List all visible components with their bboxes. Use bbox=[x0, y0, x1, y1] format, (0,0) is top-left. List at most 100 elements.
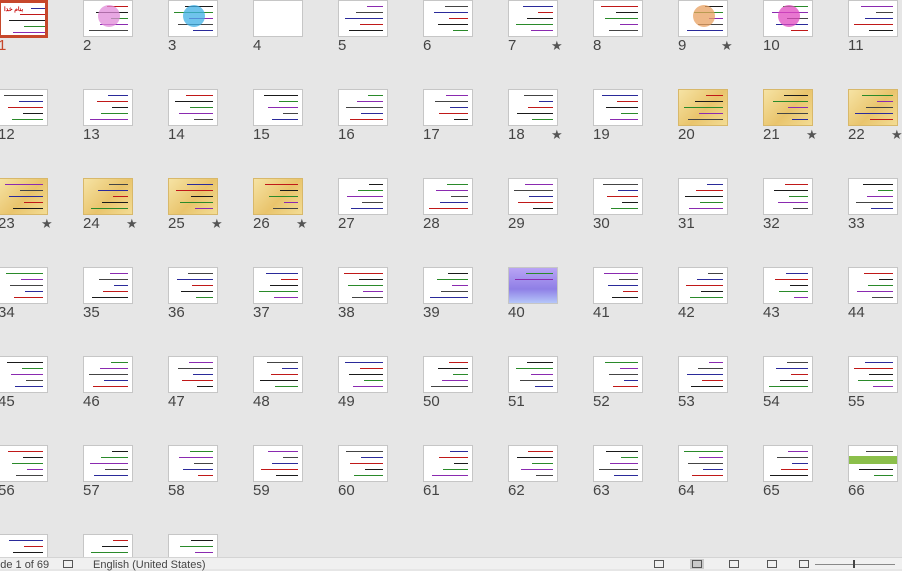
text-line bbox=[197, 386, 213, 387]
slide-preview bbox=[83, 534, 133, 557]
text-line bbox=[368, 95, 383, 96]
text-line bbox=[447, 184, 468, 185]
slide-preview bbox=[338, 178, 388, 215]
text-line bbox=[346, 107, 383, 108]
text-line bbox=[874, 475, 893, 476]
text-line bbox=[606, 107, 638, 108]
slide-preview bbox=[763, 89, 813, 126]
slide-number: 20 bbox=[678, 126, 695, 143]
text-line bbox=[451, 196, 468, 197]
text-line bbox=[866, 451, 893, 452]
slide-preview bbox=[763, 267, 813, 304]
text-line bbox=[624, 380, 638, 381]
slide-number: 36 bbox=[168, 304, 185, 321]
slide-number: 28 bbox=[423, 215, 440, 232]
text-line bbox=[453, 374, 468, 375]
slide-number: 8 bbox=[593, 37, 602, 54]
text-line bbox=[364, 380, 383, 381]
text-line bbox=[879, 279, 893, 280]
text-line bbox=[517, 457, 553, 458]
text-line bbox=[19, 101, 43, 102]
text-line bbox=[691, 386, 723, 387]
zoom-slider[interactable] bbox=[815, 564, 895, 565]
text-line bbox=[788, 107, 808, 108]
slide-sorter-icon[interactable] bbox=[690, 559, 704, 569]
text-line bbox=[8, 107, 43, 108]
slide-number: 42 bbox=[678, 304, 695, 321]
slide-title-text: بنام خدا bbox=[4, 7, 24, 13]
text-line bbox=[606, 451, 638, 452]
text-line bbox=[867, 196, 893, 197]
text-line bbox=[684, 107, 723, 108]
text-line bbox=[449, 362, 468, 363]
slide-number: 49 bbox=[338, 393, 355, 410]
slide-number: 56 bbox=[0, 482, 15, 499]
text-line bbox=[707, 184, 723, 185]
slide-preview bbox=[508, 267, 558, 304]
text-line bbox=[792, 463, 808, 464]
text-line bbox=[617, 101, 638, 102]
text-line bbox=[24, 546, 43, 547]
text-line bbox=[105, 469, 128, 470]
text-line bbox=[692, 475, 723, 476]
text-line bbox=[791, 374, 808, 375]
text-line bbox=[345, 18, 383, 19]
text-line bbox=[7, 362, 43, 363]
text-line bbox=[5, 184, 43, 185]
text-line bbox=[92, 297, 128, 298]
notes-icon[interactable] bbox=[61, 559, 75, 569]
slide-preview bbox=[253, 267, 303, 304]
text-line bbox=[27, 469, 43, 470]
slide-preview bbox=[593, 0, 643, 37]
zoom-out-icon[interactable] bbox=[797, 559, 811, 569]
animation-star-icon[interactable]: ★ bbox=[891, 127, 902, 143]
animation-star-icon[interactable]: ★ bbox=[551, 127, 563, 143]
text-line bbox=[279, 101, 298, 102]
slide-number: 6 bbox=[423, 37, 432, 54]
text-line bbox=[448, 273, 468, 274]
slide-preview bbox=[338, 445, 388, 482]
text-line bbox=[4, 95, 43, 96]
text-line bbox=[862, 95, 893, 96]
slide-number: 48 bbox=[253, 393, 270, 410]
animation-star-icon[interactable]: ★ bbox=[296, 216, 308, 232]
text-line bbox=[529, 196, 553, 197]
text-line bbox=[701, 291, 723, 292]
text-line bbox=[709, 362, 723, 363]
text-line bbox=[193, 374, 213, 375]
text-line bbox=[535, 386, 553, 387]
slide-show-icon[interactable] bbox=[765, 559, 779, 569]
text-line bbox=[275, 386, 298, 387]
zoom-slider-handle[interactable] bbox=[853, 560, 855, 568]
animation-star-icon[interactable]: ★ bbox=[806, 127, 818, 143]
text-line bbox=[16, 475, 43, 476]
animation-star-icon[interactable]: ★ bbox=[211, 216, 223, 232]
slide-preview bbox=[83, 445, 133, 482]
text-line bbox=[695, 101, 723, 102]
slide-preview bbox=[83, 178, 133, 215]
slide-number: 61 bbox=[423, 482, 440, 499]
reading-view-icon[interactable] bbox=[727, 559, 741, 569]
text-line bbox=[609, 30, 638, 31]
slide-preview bbox=[763, 178, 813, 215]
text-line bbox=[859, 469, 893, 470]
text-line bbox=[687, 30, 723, 31]
animation-star-icon[interactable]: ★ bbox=[721, 38, 733, 54]
text-line bbox=[360, 24, 383, 25]
text-line bbox=[346, 451, 383, 452]
text-line bbox=[454, 119, 468, 120]
animation-star-icon[interactable]: ★ bbox=[551, 38, 563, 54]
slide-preview bbox=[593, 178, 643, 215]
text-line bbox=[614, 475, 638, 476]
slide-number: 12 bbox=[0, 126, 15, 143]
text-line bbox=[776, 368, 808, 369]
animation-star-icon[interactable]: ★ bbox=[41, 216, 53, 232]
text-line bbox=[526, 273, 553, 274]
text-line bbox=[699, 113, 723, 114]
normal-view-icon[interactable] bbox=[652, 559, 666, 569]
language-indicator[interactable]: English (United States) bbox=[93, 559, 206, 571]
animation-star-icon[interactable]: ★ bbox=[126, 216, 138, 232]
text-line bbox=[363, 291, 383, 292]
text-line bbox=[777, 457, 808, 458]
text-line bbox=[23, 113, 43, 114]
